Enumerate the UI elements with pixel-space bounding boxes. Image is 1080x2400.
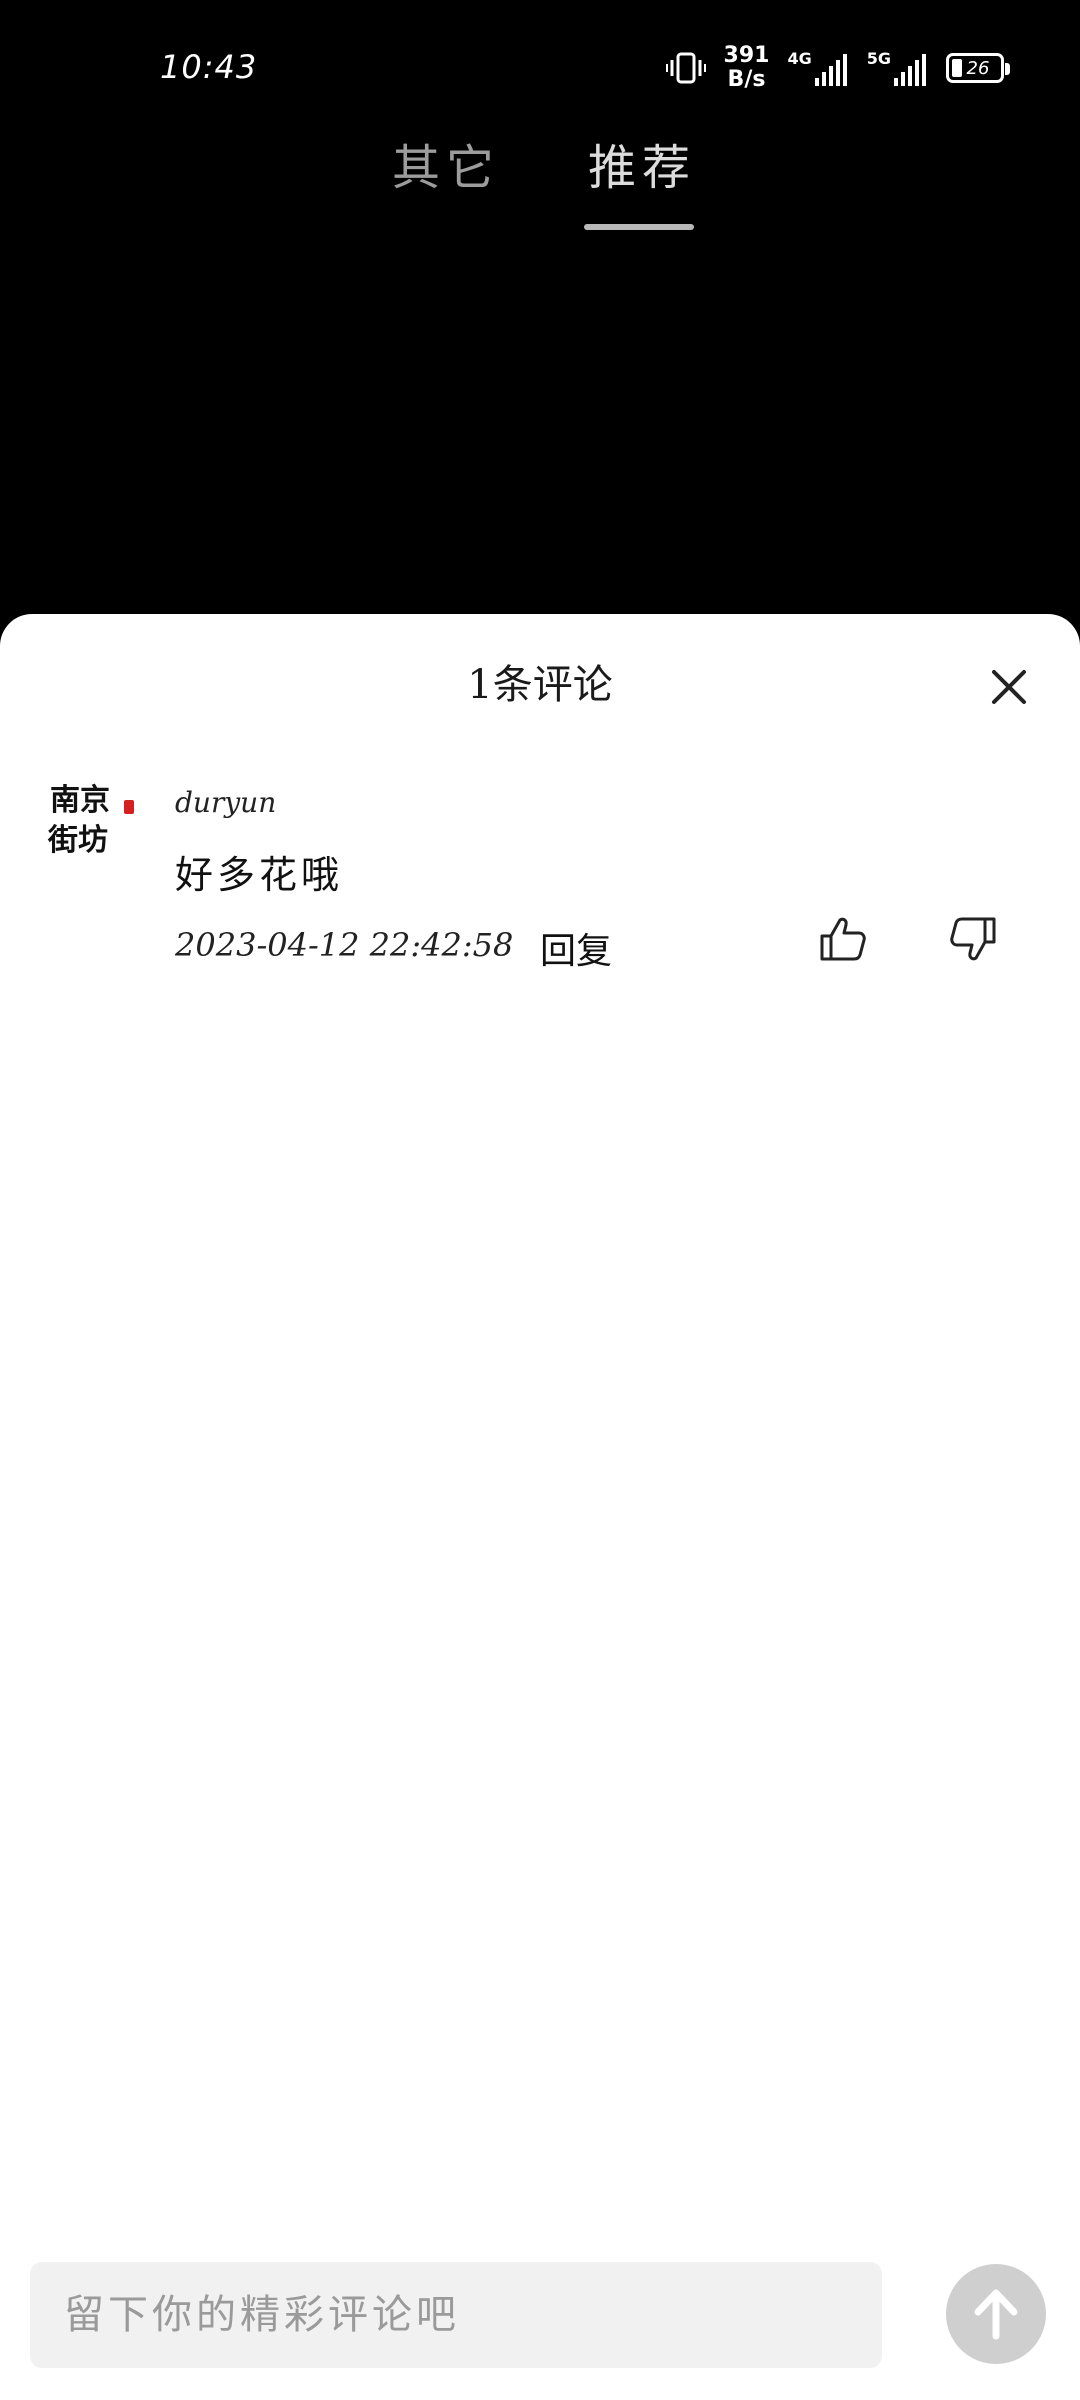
tab-recommend[interactable]: 推荐: [588, 128, 696, 198]
dislike-button[interactable]: [948, 914, 998, 964]
signal-4g: 4G: [787, 49, 848, 88]
net-speed: 391 B/s: [724, 44, 770, 92]
signal-5g: 5G: [867, 49, 928, 88]
signal-5g-label: 5G: [866, 48, 891, 68]
comment-timestamp: 2023-04-12 22:42:58: [175, 926, 514, 964]
tab-other[interactable]: 其它: [392, 128, 500, 198]
status-icons: 391 B/s 4G 5G 26: [665, 44, 1010, 92]
status-time: 10:43: [160, 48, 258, 86]
like-button[interactable]: [818, 914, 868, 964]
arrow-up-icon: [974, 2289, 1018, 2340]
status-bar: 10:43 391 B/s 4G 5G 26: [0, 0, 1080, 130]
send-button[interactable]: [946, 2264, 1046, 2364]
signal-4g-label: 4G: [787, 48, 812, 68]
net-speed-unit: B/s: [727, 67, 766, 92]
thumbs-up-icon: [820, 917, 866, 961]
avatar-text-line2: 街坊: [47, 823, 108, 858]
avatar-text-line1: 南京: [50, 783, 110, 818]
comment-text: 好多花哦: [175, 853, 344, 897]
signal-bars-icon: [894, 53, 928, 88]
close-icon: [992, 670, 1026, 704]
reply-button[interactable]: 回复: [540, 922, 612, 974]
comment-username[interactable]: duryun: [175, 786, 276, 819]
top-tabs: 其它 推荐: [0, 128, 1080, 238]
net-speed-value: 391: [723, 43, 770, 68]
comment-sheet: 1条评论 南京 街坊 duryun 好多花哦 2023-04-12 22:42:…: [0, 614, 1080, 2400]
avatar-logo: 南京 街坊: [47, 783, 134, 858]
screen: 10:43 391 B/s 4G 5G 26 其它 推荐 1条评论 南京 街坊 …: [0, 0, 1080, 2400]
seal-icon: [124, 800, 134, 814]
signal-bars-icon: [814, 53, 849, 88]
close-button[interactable]: [986, 664, 1032, 710]
battery-percent: 26: [966, 57, 990, 79]
battery-level: [952, 59, 962, 77]
tab-active-indicator: [584, 224, 694, 230]
comment-count-title: 1条评论: [467, 662, 613, 708]
vibrate-icon: [665, 51, 706, 85]
comment-input[interactable]: [30, 2262, 882, 2368]
thumbs-down-icon: [950, 917, 996, 961]
avatar[interactable]: 南京 街坊: [46, 772, 138, 864]
battery-icon: 26: [946, 53, 1010, 83]
